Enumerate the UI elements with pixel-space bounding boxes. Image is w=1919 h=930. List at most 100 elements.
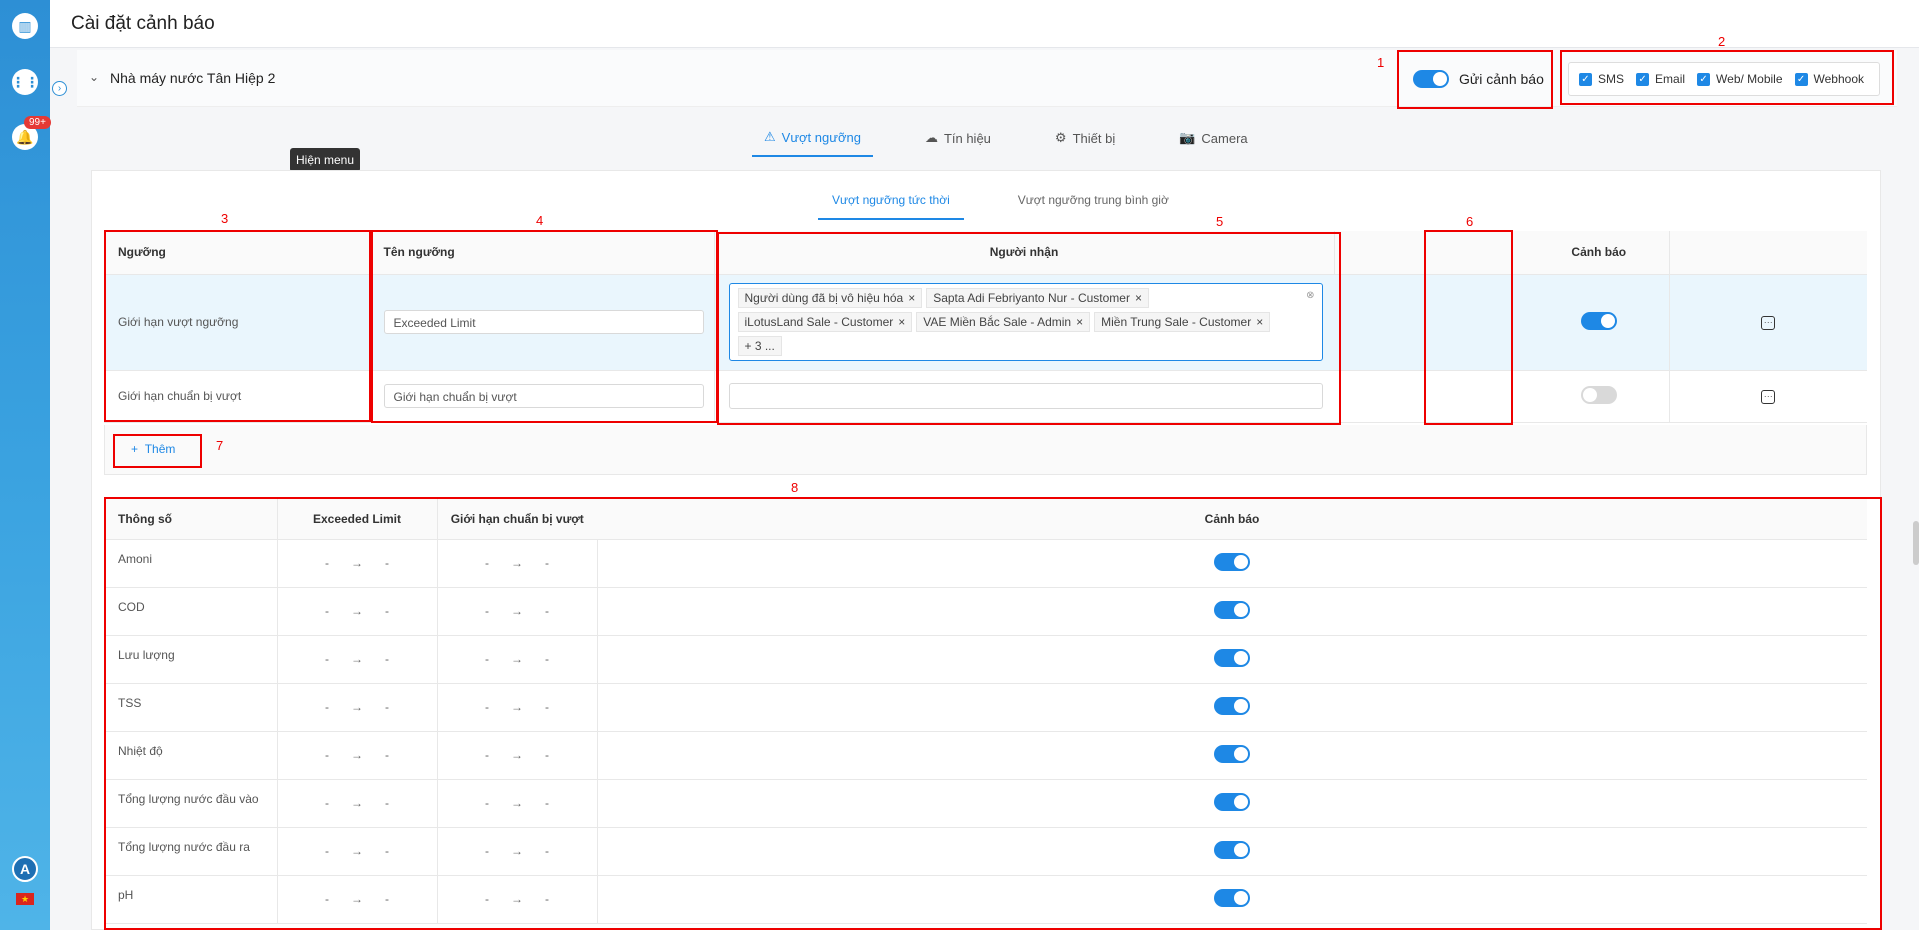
channel-checkboxes: ✓ SMS ✓ Email ✓ Web/ Mobile ✓ Webhook bbox=[1568, 62, 1880, 96]
language-flag-icon[interactable]: ★ bbox=[16, 893, 34, 905]
send-alert-toggle[interactable] bbox=[1413, 70, 1449, 88]
threshold-name-input[interactable]: Giới hạn chuẩn bị vượt bbox=[383, 384, 704, 408]
table-header-row: Thông số Exceeded Limit Giới hạn chuẩn b… bbox=[104, 499, 1867, 540]
recipient-name: Miền Trung Sale - Customer bbox=[1101, 315, 1252, 329]
exceeded-limit-range[interactable]: - → - bbox=[325, 652, 389, 666]
prepare-limit-range[interactable]: - → - bbox=[485, 844, 549, 858]
prepare-limit-range[interactable]: - → - bbox=[485, 700, 549, 714]
table-row: Lưu lượng - → - - → - bbox=[104, 635, 1867, 684]
recipient-tag: iLotusLand Sale - Customer × bbox=[737, 312, 913, 332]
parameter-name: Tổng lượng nước đầu vào bbox=[104, 779, 277, 828]
more-options-icon[interactable]: ··· bbox=[1761, 315, 1776, 330]
alert-toggle[interactable] bbox=[1214, 792, 1251, 811]
parameter-name: Amoni bbox=[104, 539, 277, 588]
tab-threshold[interactable]: ⚠ Vượt ngưỡng bbox=[752, 125, 873, 157]
exceeded-limit-range[interactable]: - → - bbox=[325, 844, 389, 858]
remove-tag-icon[interactable]: × bbox=[898, 315, 905, 329]
exceeded-limit-range[interactable]: - → - bbox=[325, 748, 389, 762]
checkbox-checked-icon: ✓ bbox=[1794, 72, 1808, 86]
user-avatar[interactable]: A bbox=[12, 856, 38, 882]
send-alert-control: Gửi cảnh báo bbox=[1413, 70, 1544, 88]
send-alert-label: Gửi cảnh báo bbox=[1459, 71, 1544, 87]
alert-toggle[interactable] bbox=[1214, 744, 1251, 763]
arrow-right-icon: → bbox=[351, 604, 363, 618]
range-max: - bbox=[385, 604, 389, 618]
annotation-number: 3 bbox=[221, 211, 229, 226]
remove-tag-icon[interactable]: × bbox=[908, 291, 915, 305]
chevron-down-icon[interactable]: ⌄ bbox=[89, 70, 99, 84]
tab-label: Camera bbox=[1201, 130, 1248, 146]
alert-toggle[interactable] bbox=[1580, 385, 1617, 404]
range-max: - bbox=[385, 652, 389, 666]
arrow-right-icon: → bbox=[351, 796, 363, 810]
exceeded-limit-range[interactable]: - → - bbox=[325, 700, 389, 714]
table-row: Tổng lượng nước đầu ra - → - - → - bbox=[104, 827, 1867, 876]
alert-toggle[interactable] bbox=[1214, 600, 1251, 619]
prepare-limit-range[interactable]: - → - bbox=[485, 892, 549, 906]
more-recipients-tag[interactable]: + 3 ... bbox=[737, 336, 782, 356]
apps-grid-icon[interactable]: ⋮⋮ bbox=[11, 69, 39, 95]
column-header: Thông số bbox=[104, 499, 277, 540]
arrow-right-icon: → bbox=[511, 604, 523, 618]
recipients-select[interactable]: Người dùng đã bị vô hiệu hóa × Sapta Adi … bbox=[728, 283, 1323, 361]
expand-sidebar-icon[interactable]: › bbox=[52, 81, 67, 96]
channel-web-mobile-checkbox[interactable]: ✓ Web/ Mobile bbox=[1697, 72, 1783, 86]
recipient-tag: VAE Miền Bắc Sale - Admin × bbox=[916, 312, 1091, 332]
tab-camera[interactable]: 📷 Camera bbox=[1167, 125, 1259, 157]
exceeded-limit-range[interactable]: - → - bbox=[325, 604, 389, 618]
remove-tag-icon[interactable]: × bbox=[1256, 315, 1263, 329]
threshold-table: Ngưỡng Tên ngưỡng Người nhận Cảnh báo Gi… bbox=[104, 231, 1867, 423]
prepare-limit-range[interactable]: - → - bbox=[485, 604, 549, 618]
warning-icon: ⚠ bbox=[764, 129, 776, 144]
recipient-tag: Miền Trung Sale - Customer × bbox=[1094, 312, 1271, 332]
recipient-tag: Người dùng đã bị vô hiệu hóa × bbox=[737, 288, 923, 308]
page-scrollbar[interactable] bbox=[1913, 521, 1919, 565]
column-header: Người nhận bbox=[713, 231, 1334, 275]
page-header: Cài đặt cảnh báo bbox=[50, 0, 1919, 48]
remove-tag-icon[interactable]: × bbox=[1076, 315, 1083, 329]
range-max: - bbox=[385, 700, 389, 714]
clear-icon[interactable]: ⊗ bbox=[1306, 290, 1314, 301]
annotation-number: 8 bbox=[791, 480, 799, 495]
prepare-limit-range[interactable]: - → - bbox=[485, 796, 549, 810]
exceeded-limit-range[interactable]: - → - bbox=[325, 556, 389, 570]
tab-device[interactable]: ⚙ Thiết bị bbox=[1043, 125, 1127, 157]
alert-toggle[interactable] bbox=[1214, 840, 1251, 859]
channel-sms-checkbox[interactable]: ✓ SMS bbox=[1579, 72, 1624, 86]
range-min: - bbox=[325, 892, 329, 906]
alert-toggle[interactable] bbox=[1214, 552, 1251, 571]
exceeded-limit-range[interactable]: - → - bbox=[325, 892, 389, 906]
annotation-number: 2 bbox=[1718, 34, 1726, 49]
checkbox-checked-icon: ✓ bbox=[1579, 72, 1592, 86]
channel-webhook-checkbox[interactable]: ✓ Webhook bbox=[1794, 72, 1864, 86]
prepare-limit-range[interactable]: - → - bbox=[485, 556, 549, 570]
prepare-limit-range[interactable]: - → - bbox=[485, 748, 549, 762]
remove-tag-icon[interactable]: × bbox=[1135, 291, 1142, 305]
recipients-select[interactable] bbox=[728, 383, 1323, 409]
exceeded-limit-range[interactable]: - → - bbox=[325, 796, 389, 810]
add-threshold-button[interactable]: + Thêm bbox=[131, 442, 175, 456]
alert-toggle[interactable] bbox=[1580, 311, 1617, 330]
subtab-instant[interactable]: Vượt ngưỡng tức thời bbox=[818, 188, 964, 220]
range-max: - bbox=[385, 748, 389, 762]
table-row: Tổng lượng nước đầu vào - → - - → - bbox=[104, 779, 1867, 828]
channel-email-checkbox[interactable]: ✓ Email bbox=[1636, 72, 1685, 86]
alert-toggle[interactable] bbox=[1214, 696, 1251, 715]
alert-toggle[interactable] bbox=[1214, 648, 1251, 667]
app-logo-icon[interactable]: ▥ bbox=[12, 13, 38, 39]
tab-signal[interactable]: ☁ Tín hiệu bbox=[913, 125, 1003, 157]
arrow-right-icon: → bbox=[511, 652, 523, 666]
range-min: - bbox=[325, 844, 329, 858]
add-button-label: Thêm bbox=[144, 442, 176, 456]
alert-toggle[interactable] bbox=[1214, 888, 1251, 907]
table-row: Giới hạn chuẩn bị vượt Giới hạn chuẩn bị… bbox=[104, 370, 1867, 423]
channel-label: Web/ Mobile bbox=[1716, 72, 1783, 86]
range-max: - bbox=[545, 748, 549, 762]
range-min: - bbox=[485, 556, 489, 570]
threshold-name-input[interactable]: Exceeded Limit bbox=[383, 310, 704, 334]
subtab-hourly-average[interactable]: Vượt ngưỡng trung bình giờ bbox=[1004, 188, 1183, 220]
prepare-limit-range[interactable]: - → - bbox=[485, 652, 549, 666]
table-row: pH - → - - → - bbox=[104, 875, 1867, 924]
more-options-icon[interactable]: ··· bbox=[1761, 389, 1776, 404]
tab-label: Thiết bị bbox=[1072, 130, 1116, 146]
